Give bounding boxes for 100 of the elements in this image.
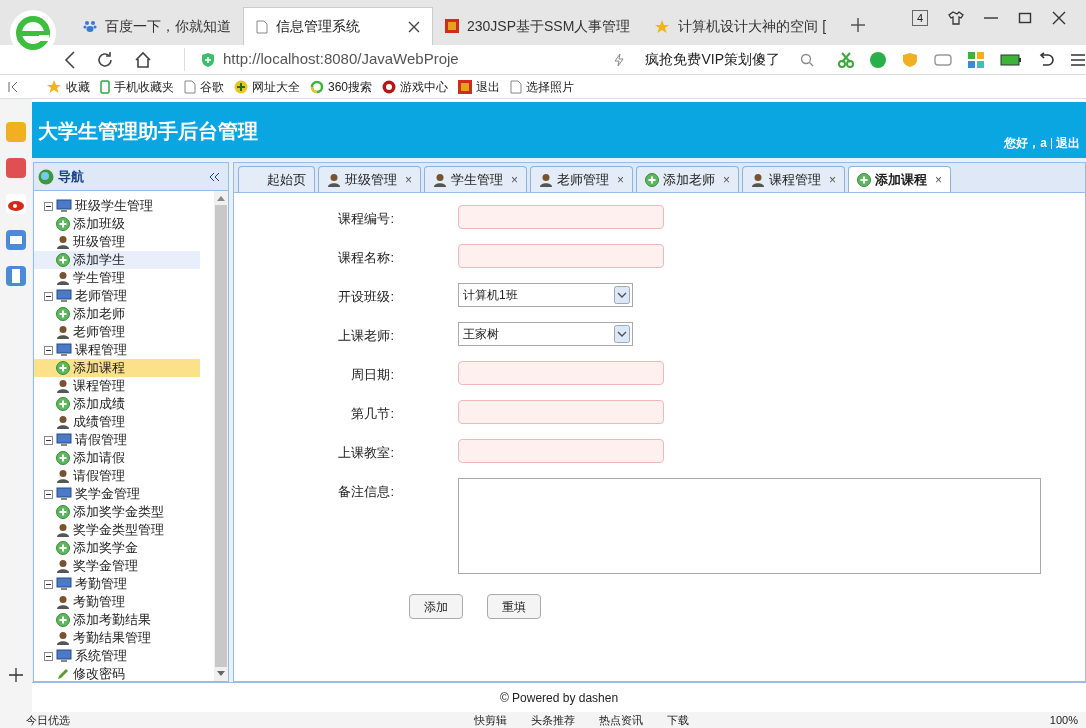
tree-item[interactable]: 课程管理	[34, 377, 200, 395]
page-icon	[510, 79, 523, 94]
tab-count[interactable]: 4	[911, 10, 928, 26]
content-tab[interactable]: 课程管理 ×	[742, 166, 846, 192]
apps-icon	[968, 51, 984, 68]
bookmark[interactable]: 收藏	[46, 77, 90, 96]
content-tab[interactable]: 老师管理 ×	[530, 166, 634, 192]
browser-tab[interactable]: 百度一下，你就知道	[71, 7, 243, 45]
field-label: 周日期:	[350, 366, 395, 384]
tree-item[interactable]: 添加考勤结果	[34, 611, 200, 629]
tree-node[interactable]: 请假管理	[75, 430, 127, 450]
add-icon	[56, 253, 70, 267]
tree-node[interactable]: 考勤管理	[75, 574, 127, 594]
monitor-icon	[56, 577, 72, 591]
input-field[interactable]	[458, 361, 664, 385]
tree-node[interactable]: 奖学金管理	[75, 484, 140, 504]
text-area[interactable]	[458, 478, 1041, 574]
tree-node[interactable]: 老师管理	[75, 286, 127, 306]
tree-item[interactable]: 奖学金管理	[34, 557, 200, 575]
bookmark[interactable]: 谷歌	[184, 77, 224, 96]
tree-item[interactable]: 添加老师	[34, 305, 200, 323]
status-item[interactable]: 快剪辑	[474, 713, 507, 727]
close-icon[interactable]: ×	[723, 170, 731, 189]
home-icon	[134, 50, 152, 69]
user-icon	[56, 271, 70, 285]
tree-item[interactable]: 添加班级	[34, 215, 200, 233]
tree-item[interactable]: 学生管理	[34, 269, 200, 287]
status-item[interactable]: 下载	[667, 713, 689, 727]
tree-item[interactable]: 添加学生	[34, 251, 200, 269]
bookmark[interactable]: 选择照片	[510, 77, 575, 96]
collapse-toggle-icon	[44, 291, 53, 301]
content-tab[interactable]: 班级管理 ×	[318, 166, 421, 192]
input-field[interactable]	[458, 439, 664, 463]
add-icon	[56, 361, 70, 375]
content-tab[interactable]: 添加老师 ×	[636, 166, 740, 192]
content-tab[interactable]: 起始页	[238, 166, 315, 192]
collapse-icon	[8, 80, 20, 93]
search-field[interactable]: 疯抢免费VIP策划傻了	[645, 49, 780, 70]
status-item[interactable]: 热点资讯	[599, 713, 643, 727]
reload-icon	[96, 50, 114, 69]
add-icon	[56, 541, 70, 555]
shield-icon	[201, 51, 215, 68]
status-item[interactable]: 今日优选	[26, 713, 70, 727]
tree-item[interactable]: 添加课程	[34, 359, 200, 377]
tree-node[interactable]: 课程管理	[75, 340, 127, 360]
close-icon[interactable]: ×	[935, 170, 943, 189]
app-title: 大学生管理助手后台管理	[38, 119, 258, 144]
form-button[interactable]: 重填	[487, 594, 541, 619]
tree-item[interactable]: 添加请假	[34, 449, 200, 467]
close-icon[interactable]: ×	[829, 170, 837, 189]
browser-tab[interactable]: 信息管理系统	[243, 7, 433, 45]
tree-item[interactable]: 添加奖学金类型	[34, 503, 200, 521]
input-field[interactable]	[458, 400, 664, 424]
tree-item[interactable]: 老师管理	[34, 323, 200, 341]
tree-item[interactable]: 成绩管理	[34, 413, 200, 431]
bookmark[interactable]: 手机收藏夹	[100, 77, 174, 96]
tree-item[interactable]: 添加成绩	[34, 395, 200, 413]
status-item[interactable]: 100%	[1049, 713, 1078, 727]
browser-tab[interactable]: 计算机设计大神的空间 [	[642, 7, 839, 45]
dropdown-icon	[614, 286, 630, 304]
minimize-icon	[984, 17, 998, 19]
tree-item[interactable]: 奖学金类型管理	[34, 521, 200, 539]
monitor-icon	[56, 289, 72, 303]
tree-item[interactable]: 班级管理	[34, 233, 200, 251]
address-field[interactable]: http://localhost:8080/JavaWebProje	[223, 48, 459, 71]
input-field[interactable]	[458, 244, 664, 268]
monitor-icon	[56, 343, 72, 357]
status-item[interactable]: 头条推荐	[531, 713, 575, 727]
browser-tab[interactable]: 230JSP基于SSM人事管理	[433, 7, 643, 45]
collapse-toggle-icon	[44, 345, 53, 355]
bookmark[interactable]: 360搜索	[310, 77, 373, 96]
tree-item[interactable]: 修改密码	[34, 665, 200, 681]
select-field[interactable]: 王家树	[458, 322, 633, 346]
form-button[interactable]: 添加	[409, 594, 463, 619]
battery-icon	[1000, 53, 1022, 66]
tree-item[interactable]: 考勤管理	[34, 593, 200, 611]
content-tab[interactable]: 添加课程 ×	[848, 166, 952, 192]
add-icon	[56, 613, 70, 627]
select-field[interactable]: 计算机1班	[458, 283, 633, 307]
bookmark[interactable]: 游戏中心	[382, 77, 449, 96]
collapse-icon	[208, 170, 220, 183]
close-icon[interactable]: ×	[405, 170, 412, 189]
tree-item[interactable]: 请假管理	[34, 467, 200, 485]
close-icon[interactable]: ×	[617, 170, 625, 189]
close-icon[interactable]: ×	[511, 170, 519, 189]
scrollbar[interactable]	[214, 191, 228, 681]
tree-node[interactable]: 系统管理	[75, 646, 127, 666]
tree-item[interactable]: 添加奖学金	[34, 539, 200, 557]
bookmark[interactable]: 网址大全	[234, 77, 300, 96]
mail-icon	[5, 229, 27, 251]
scroll-down-icon	[217, 671, 225, 677]
collapse-toggle-icon	[44, 435, 53, 445]
tree-item[interactable]: 考勤结果管理	[34, 629, 200, 647]
content-tab[interactable]: 学生管理 ×	[424, 166, 528, 192]
scroll-up-icon	[217, 195, 225, 201]
bookmark[interactable]: 退出	[458, 77, 501, 96]
field-label: 上课教室:	[337, 444, 395, 462]
input-field[interactable]	[458, 205, 664, 229]
tree-node[interactable]: 班级学生管理	[75, 196, 153, 216]
game-icon	[382, 79, 397, 94]
